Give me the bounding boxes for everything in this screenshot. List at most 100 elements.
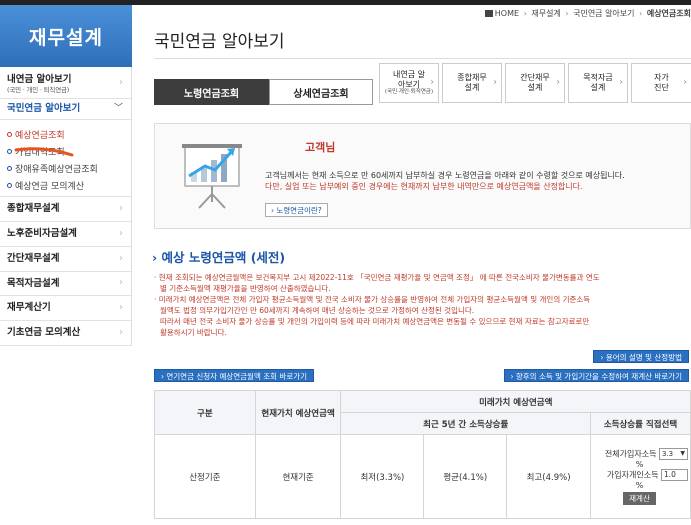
customer-info-card: 고객님 고객님께서는 현재 소득으로 만 60세까지 납부하실 경우 노령연금을… <box>154 123 691 229</box>
tab-comprehensive-plan[interactable]: 종합재무 설계 › <box>442 63 502 103</box>
breadcrumb-separator: › <box>523 9 527 18</box>
sidebar-item-basic-pension[interactable]: 기초연금 모의계산 › <box>0 321 131 347</box>
header-gubun: 구분 <box>154 390 256 435</box>
page-title: 국민연금 알아보기 <box>154 32 285 52</box>
chevron-right-icon: › <box>119 326 123 338</box>
breadcrumb-home[interactable]: HOME <box>495 9 519 18</box>
header-current-value: 현재가치 예상연금액 <box>254 390 342 435</box>
chevron-down-icon: ▼ <box>680 450 685 457</box>
bullet-icon <box>7 148 12 154</box>
note-line: 따라서 매년 전국 소비자 물가 상승률 및 개인의 가입이력 등에 따라 미래… <box>160 317 590 327</box>
submenu-label: 예상연금조회 <box>15 130 65 141</box>
select-value: 3.3 <box>662 450 674 458</box>
sidebar-item-sublabel: (국민 · 개인 · 퇴직연금) <box>7 85 70 94</box>
self-subscriber-rate-input[interactable]: 1.0 <box>661 469 688 481</box>
chevron-right-icon: › <box>556 77 560 88</box>
sidebar-item-national-pension[interactable]: 국민연금 알아보기 ﹀ <box>0 99 131 120</box>
self-subscriber-row: 가입자개인소득 1.0 <box>591 469 688 481</box>
section-title: › 예상 노령연금액 (세전) <box>152 250 286 265</box>
row-label-basis: 산정기준 <box>154 434 256 519</box>
all-subscriber-rate-select[interactable]: 3.3 ▼ <box>659 448 688 460</box>
chevron-right-icon: › <box>119 76 123 88</box>
sidebar-item-retirement-fund[interactable]: 노후준비자금설계 › <box>0 222 131 247</box>
all-subscriber-label: 전체가입자소득 <box>604 449 657 459</box>
note-line: 별 기준소득월액 재평가율을 반영하여 산출하였습니다. <box>160 284 331 294</box>
submenu-item-mock-calculation[interactable]: 예상연금 모의계산 <box>7 177 131 194</box>
sidebar-title: 재무설계 <box>0 5 132 67</box>
sidebar-item-label: 기초연금 모의계산 <box>7 327 81 339</box>
rate-low: 최저(3.3%) <box>340 434 425 519</box>
tab-simple-plan[interactable]: 간단재무 설계 › <box>505 63 565 103</box>
tab-self-diagnosis[interactable]: 자가 진단 › <box>631 63 691 103</box>
tab-target-fund-plan[interactable]: 목적자금 설계 › <box>568 63 628 103</box>
note-line: · 현재 조회되는 예상연금월액은 보건복지부 고시 제2022-11호 「국민… <box>154 273 600 282</box>
bullet-icon <box>7 131 12 137</box>
tab-my-pension[interactable]: 내연금 알아보기 (국민·개인·퇴직연금) › <box>379 63 439 103</box>
percent-unit: % <box>635 460 644 469</box>
breadcrumb-separator: › <box>639 9 643 18</box>
direct-select-controls: 전체가입자소득 3.3 ▼ % 가입자개인소득 1.0 % 재계산 <box>590 434 691 519</box>
breadcrumb-item[interactable]: 국민연금 알아보기 <box>573 9 634 18</box>
row-label-current: 현재기준 <box>254 434 342 519</box>
rate-high: 최고(4.9%) <box>506 434 591 519</box>
bullet-icon <box>7 182 12 188</box>
chevron-right-icon: › <box>119 252 123 264</box>
chevron-right-icon: › <box>619 77 623 88</box>
tab-old-age-pension[interactable]: 노령연금조회 <box>154 79 269 105</box>
all-subscriber-row: 전체가입자소득 3.3 ▼ <box>591 448 688 460</box>
submenu-item-expected-pension[interactable]: 예상연금조회 <box>7 126 131 143</box>
self-subscriber-label: 가입자개인소득 <box>606 470 659 480</box>
tab-label: 목적자금 설계 <box>583 73 613 92</box>
chevron-right-icon: › <box>493 77 497 88</box>
sidebar-item-label: 종합재무설계 <box>7 202 60 214</box>
tab-label: 간단재무 설계 <box>520 73 550 92</box>
percent-unit: % <box>635 481 644 490</box>
header-direct-select: 소득상승률 직접선택 <box>590 412 691 435</box>
sidebar: 재무설계 내연금 알아보기 (국민 · 개인 · 퇴직연금) › 국민연금 알아… <box>0 5 132 525</box>
recalculate-link-button[interactable]: › 향후의 소득 및 가입기간을 수정하여 재계산 바로가기 <box>503 369 689 382</box>
old-age-pension-info-button[interactable]: › 노령연금이란? <box>265 203 328 217</box>
chevron-right-icon: › <box>119 302 123 314</box>
sidebar-item-comprehensive[interactable]: 종합재무설계 › <box>0 197 131 222</box>
submenu-label: 예상연금 모의계산 <box>15 181 85 192</box>
title-divider <box>154 58 691 59</box>
breadcrumb-separator: › <box>565 9 569 18</box>
sidebar-item-target-fund[interactable]: 목적자금설계 › <box>0 272 131 297</box>
notes: · 현재 조회되는 예상연금월액은 보건복지부 고시 제2022-11호 「국민… <box>154 272 691 339</box>
tab-label: 종합재무 설계 <box>457 73 487 92</box>
submenu-item-disability-survivor[interactable]: 장애유족예상연금조회 <box>7 160 131 177</box>
sidebar-item-calculator[interactable]: 재무계산기 › <box>0 296 131 322</box>
rate-average: 평균(4.1%) <box>423 434 508 519</box>
tab-detailed-pension[interactable]: 상세연금조회 <box>269 79 373 105</box>
chevron-right-icon: › <box>119 277 123 289</box>
header-future-value: 미래가치 예상연금액 <box>340 390 691 413</box>
note-line: · 미래가치 예상연금액은 전체 가입자 평균소득월액 및 전국 소비자 물가 … <box>154 295 591 305</box>
tab-bar: 노령연금조회 상세연금조회 내연금 알아보기 (국민·개인·퇴직연금) › 종합… <box>154 63 691 105</box>
recalculate-button[interactable]: 재계산 <box>623 492 656 505</box>
chevron-right-icon: › <box>119 227 123 239</box>
card-note: 다만, 실업 또는 납부예외 중인 경우에는 현재까지 납부한 내역만으로 예상… <box>265 182 583 191</box>
card-description: 고객님께서는 현재 소득으로 만 60세까지 납부하실 경우 노령연금을 아래와… <box>265 171 625 180</box>
breadcrumb-item[interactable]: 재무설계 <box>531 9 560 18</box>
tab-sublabel: (국민·개인·퇴직연금) <box>384 89 434 96</box>
submenu-label: 장애유족예상연금조회 <box>15 164 98 175</box>
growth-chart-illustration <box>182 144 242 209</box>
sidebar-item-label: 국민연금 알아보기 <box>7 103 81 114</box>
sidebar-item-label: 간단재무설계 <box>7 252 60 264</box>
sidebar-item-simple-plan[interactable]: 간단재무설계 › <box>0 247 131 272</box>
sidebar-item-label: 재무계산기 <box>7 302 51 314</box>
pension-table: 구분 현재가치 예상연금액 미래가치 예상연금액 최근 5년 간 소득상승률 소… <box>154 390 691 519</box>
chevron-right-icon: › <box>683 77 687 88</box>
sidebar-item-my-pension[interactable]: 내연금 알아보기 (국민 · 개인 · 퇴직연금) › <box>0 67 131 99</box>
bullet-icon <box>7 165 12 171</box>
breadcrumb-current: 예상연금조회 <box>646 9 691 18</box>
sidebar-item-label: 목적자금설계 <box>7 277 60 289</box>
chevron-right-icon: › <box>119 202 123 214</box>
chevron-down-icon: ﹀ <box>113 103 123 114</box>
breadcrumb: HOME › 재무설계 › 국민연금 알아보기 › 예상연금조회 <box>484 8 691 19</box>
deferred-pension-link-button[interactable]: › 연기연금 신청자 예상연금월액 조회 바로가기 <box>154 369 315 382</box>
tab-label: 내연금 알아보기 <box>393 70 425 89</box>
note-line: 월액도 법정 의무가입기간인 만 60세까지 계속하여 매년 상승하는 것으로 … <box>160 306 475 316</box>
home-icon <box>484 10 493 17</box>
terms-explanation-button[interactable]: › 용어의 설명 및 산정방법 <box>593 350 689 363</box>
